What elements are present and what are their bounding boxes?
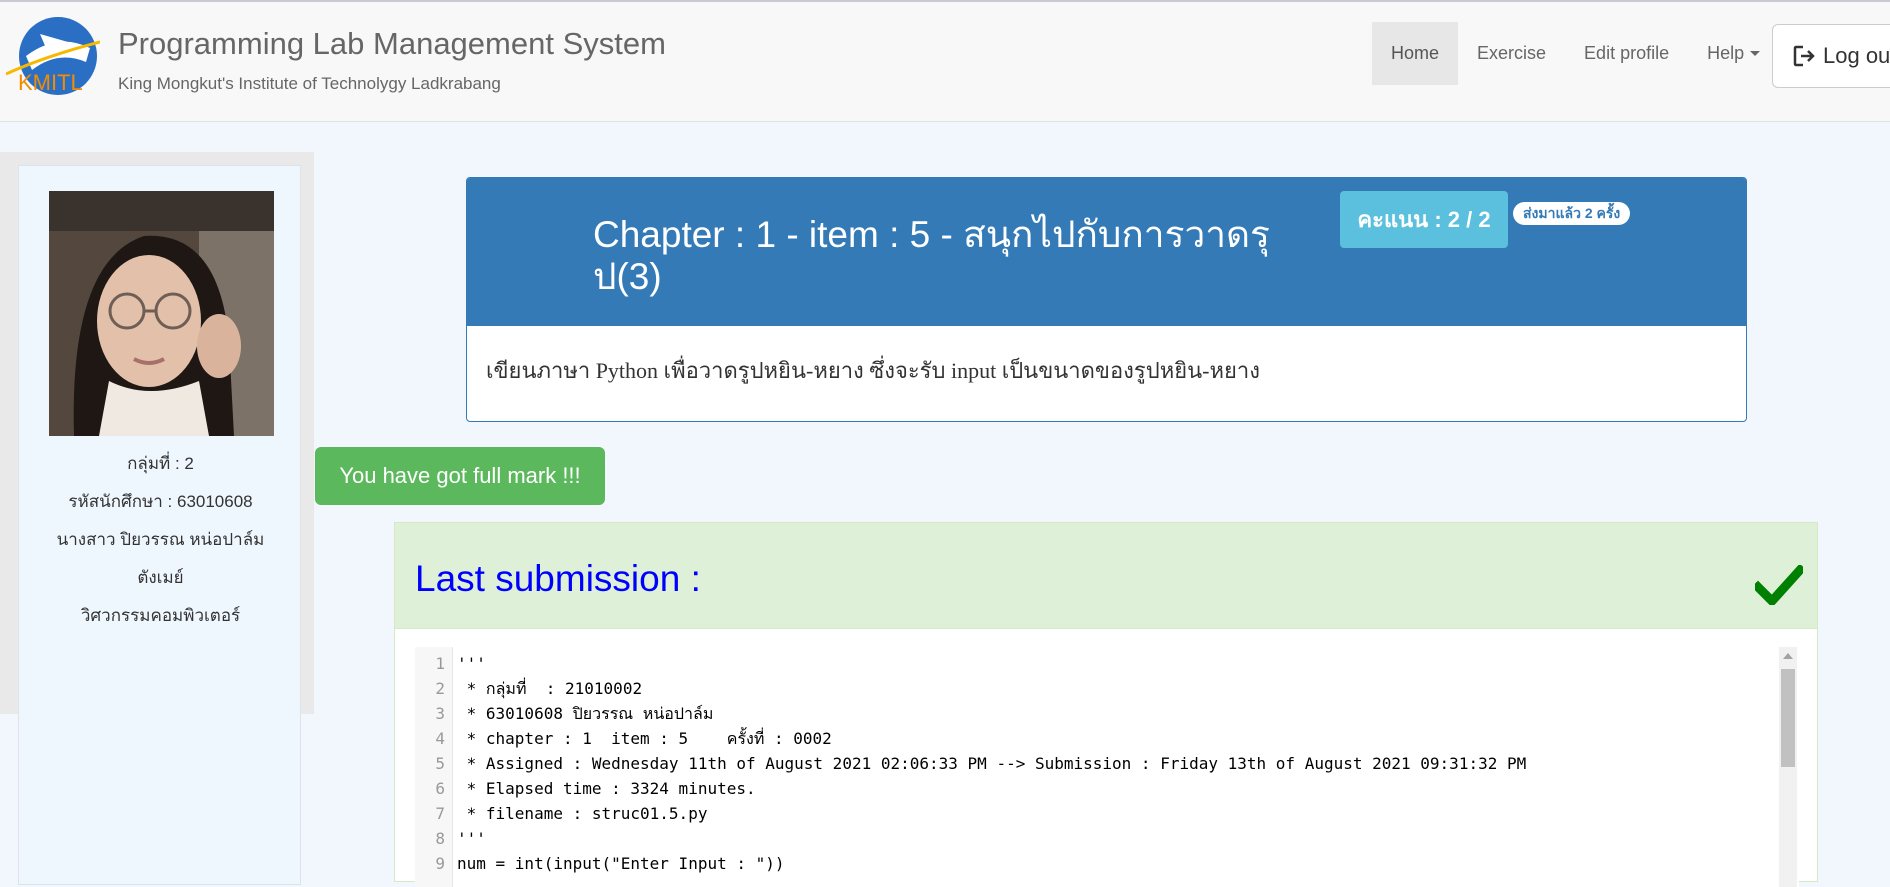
line-content: ''' <box>457 654 486 673</box>
line-number: 8 <box>435 829 445 848</box>
profile-student-id: รหัสนักศึกษา : 63010608 <box>68 492 253 511</box>
code-scrollbar[interactable] <box>1779 647 1797 887</box>
check-icon <box>1755 565 1803 605</box>
full-mark-alert: You have got full mark !!! <box>315 447 605 505</box>
line-content: * filename : struc01.5.py <box>457 804 708 823</box>
line-number: 7 <box>435 804 445 823</box>
line-content: * Assigned : Wednesday 11th of August 20… <box>457 754 1527 773</box>
submit-count-badge: ส่งมาแล้ว 2 ครั้ง <box>1513 202 1631 225</box>
app-title[interactable]: Programming Lab Management System <box>118 26 666 62</box>
main-nav: Home Exercise Edit profile Help <box>1372 22 1779 85</box>
last-submission-title: Last submission : <box>415 558 701 599</box>
nav-home-label: Home <box>1391 43 1440 63</box>
line-number: 6 <box>435 779 445 798</box>
line-number: 4 <box>435 729 445 748</box>
logo-text: KMITL <box>18 70 83 95</box>
score-badge: คะแนน : 2 / 2 <box>1340 191 1508 248</box>
nav-edit-profile-label: Edit profile <box>1584 43 1670 63</box>
problem-description: เขียนภาษา Python เพื่อวาดรูปหยิน-หยาง ซึ… <box>486 358 1260 383</box>
profile-name: นางสาว ปิยวรรณ หน่อปาล์ม <box>56 530 265 549</box>
line-content: * กลุ่มที่ : 21010002 <box>457 679 643 698</box>
last-submission-panel: Last submission : 1 ''' 2 * กลุ่มที่ : 21… <box>394 522 1818 887</box>
nav-help-label: Help <box>1707 43 1745 63</box>
nav-edit-profile[interactable]: Edit profile <box>1565 22 1688 85</box>
code-viewer[interactable]: 1 ''' 2 * กลุ่มที่ : 21010002 3 * 6301060… <box>415 647 1799 887</box>
scroll-thumb[interactable] <box>1781 669 1795 767</box>
line-number: 2 <box>435 679 445 698</box>
problem-panel: Chapter : 1 - item : 5 - สนุกไปกับการวาด… <box>466 177 1747 422</box>
scroll-up-arrow-icon[interactable] <box>1783 653 1793 659</box>
line-number: 5 <box>435 754 445 773</box>
app-subtitle: King Mongkut's Institute of Technolygy L… <box>118 74 501 93</box>
profile-department: วิศวกรรมคอมพิวเตอร์ <box>80 606 241 625</box>
nav-help-dropdown[interactable]: Help <box>1688 22 1779 85</box>
caret-down-icon <box>1750 51 1761 56</box>
last-submission-header: Last submission : <box>395 523 1817 629</box>
line-content: * Elapsed time : 3324 minutes. <box>457 779 756 798</box>
kmitl-logo[interactable]: KMITL <box>5 12 101 100</box>
line-content: * chapter : 1 item : 5 ครั้งที่ : 0002 <box>457 729 832 748</box>
navbar: KMITL Programming Lab Management System … <box>0 0 1890 122</box>
line-content: ''' <box>457 829 486 848</box>
logout-label: Log ou <box>1823 43 1890 68</box>
profile-nickname: ตังเมย์ <box>137 568 184 587</box>
line-number: 1 <box>435 654 445 673</box>
sign-out-icon <box>1793 45 1815 67</box>
line-content: * 63010608 ปิยวรรณ หน่อปาล์ม <box>457 704 714 723</box>
line-number: 3 <box>435 704 445 723</box>
profile-photo <box>49 191 274 436</box>
nav-exercise-label: Exercise <box>1477 43 1547 63</box>
chapter-title: Chapter : 1 - item : 5 - สนุกไปกับการวาด… <box>593 214 1270 297</box>
nav-home[interactable]: Home <box>1372 22 1459 85</box>
profile-sidebar: กลุ่มที่ : 2 รหัสนักศึกษา : 63010608 นาง… <box>18 165 301 885</box>
logout-button[interactable]: Log ou <box>1772 24 1890 88</box>
nav-exercise[interactable]: Exercise <box>1458 22 1565 85</box>
line-number: 9 <box>435 854 445 873</box>
profile-group: กลุ่มที่ : 2 <box>127 454 194 473</box>
line-content: num = int(input("Enter Input : ")) <box>457 854 785 873</box>
problem-header: Chapter : 1 - item : 5 - สนุกไปกับการวาด… <box>467 178 1746 326</box>
